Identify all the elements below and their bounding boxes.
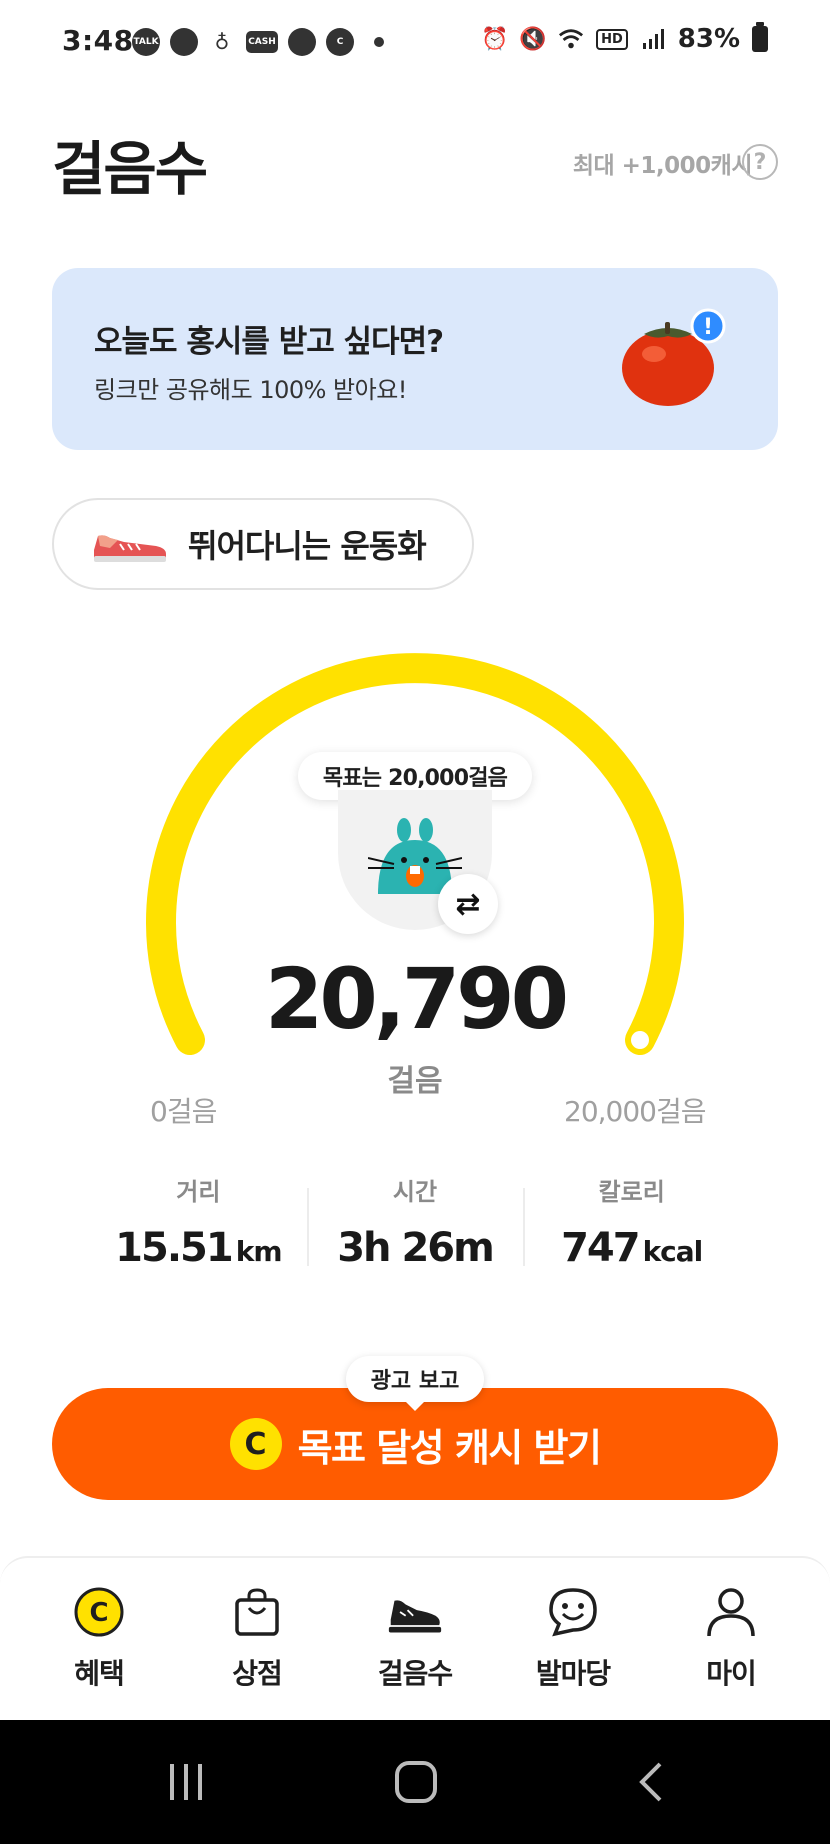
banner-subtitle: 링크만 공유해도 100% 받아요! [94,376,407,404]
status-bar: 3:48 TALK ♁ CASH C ⏰ 🔇 HD 83% [0,0,830,84]
distance-value: 15.51 [115,1225,234,1271]
persimmon-icon: ! [622,308,726,406]
nav-label: 마이 [706,1657,757,1690]
nav-label: 걸음수 [377,1657,453,1690]
calories-unit: kcal [642,1235,704,1268]
stat-value: 747 kcal [523,1225,740,1271]
step-unit: 걸음 [387,1064,443,1099]
nav-label: 상점 [232,1657,283,1690]
hd-icon: HD [596,28,628,50]
gauge-min-label: 0걸음 [150,1095,217,1128]
c-icon: C [326,28,354,56]
mute-icon: 🔇 [519,26,547,52]
nav-item-community[interactable]: 발마당 [498,1584,648,1720]
talk-icon: TALK [132,28,160,56]
bottom-nav: C 혜택 상점 걸음수 발마당 마이 [0,1556,830,1720]
stat-label: 거리 [176,1178,221,1206]
signal-icon [640,26,666,52]
nav-item-benefits[interactable]: C 혜택 [24,1584,174,1720]
step-count: 20,790 [264,950,569,1048]
calories-value: 747 [561,1225,640,1271]
activity-stats: 거리 15.51 km 시간 3h 26m 칼로리 747 kcal [90,1168,740,1278]
nav-label: 발마당 [535,1657,611,1690]
status-time: 3:48 [62,24,134,57]
wifi-icon [558,26,584,52]
cash-icon: CASH [246,31,278,53]
shopping-bag-icon [229,1584,285,1640]
sneaker-icon [94,535,166,562]
claim-cash-label: 목표 달성 캐시 받기 [297,1425,602,1470]
system-status: ⏰ 🔇 HD 83% [481,22,768,54]
shoe-label: 뛰어다니는 운동화 [188,527,427,565]
share-banner[interactable]: 오늘도 홍시를 받고 싶다면? 링크만 공유해도 100% 받아요! ! [52,268,778,450]
nav-label: 혜택 [74,1657,125,1690]
smile-chat-icon [545,1584,601,1640]
nav-item-shop[interactable]: 상점 [182,1584,332,1720]
stat-time: 시간 3h 26m [306,1168,524,1278]
battery-icon [752,22,768,52]
dashboard-icon [170,28,198,56]
distance-unit: km [235,1235,283,1268]
stat-value: 3h 26m [307,1225,524,1271]
nav-item-steps[interactable]: 걸음수 [340,1584,490,1720]
time-value: 3h 26m [337,1225,495,1271]
alarm-icon: ⏰ [481,26,509,52]
page-title: 걸음수 [52,135,208,203]
chat-icon [288,28,316,56]
nav-item-my[interactable]: 마이 [656,1584,806,1720]
system-nav-bar [0,1720,830,1844]
stat-calories: 칼로리 747 kcal [523,1168,740,1278]
svg-text:C: C [89,1598,108,1628]
coin-icon: C [229,1418,282,1470]
help-icon[interactable]: ? [742,144,778,180]
coin-icon: C [71,1584,127,1640]
watch-ad-badge: 광고 보고 [346,1356,484,1411]
sneaker-icon [387,1584,443,1640]
battery-percent: 83% [677,24,740,54]
person-icon [703,1584,759,1640]
back-button[interactable] [636,1760,666,1804]
max-cash-info: 최대 +1,000캐시 [572,153,753,179]
notification-icons: TALK ♁ CASH C [132,28,384,56]
stat-label: 칼로리 [598,1178,665,1206]
gauge-max-label: 20,000걸음 [564,1095,706,1128]
stat-distance: 거리 15.51 km [90,1168,307,1278]
stat-value: 15.51 km [90,1225,307,1271]
swap-character-button[interactable]: ⇄ [438,874,498,934]
banner-title: 오늘도 홍시를 받고 싶다면? [94,324,444,360]
stat-label: 시간 [392,1178,438,1206]
more-notifications-dot [374,37,384,47]
banner-alert-badge: ! [703,315,713,340]
download-icon: ♁ [214,30,230,54]
shoe-selector[interactable]: 뛰어다니는 운동화 [52,498,474,590]
recent-apps-button[interactable] [166,1760,206,1804]
home-button[interactable] [394,1760,438,1804]
